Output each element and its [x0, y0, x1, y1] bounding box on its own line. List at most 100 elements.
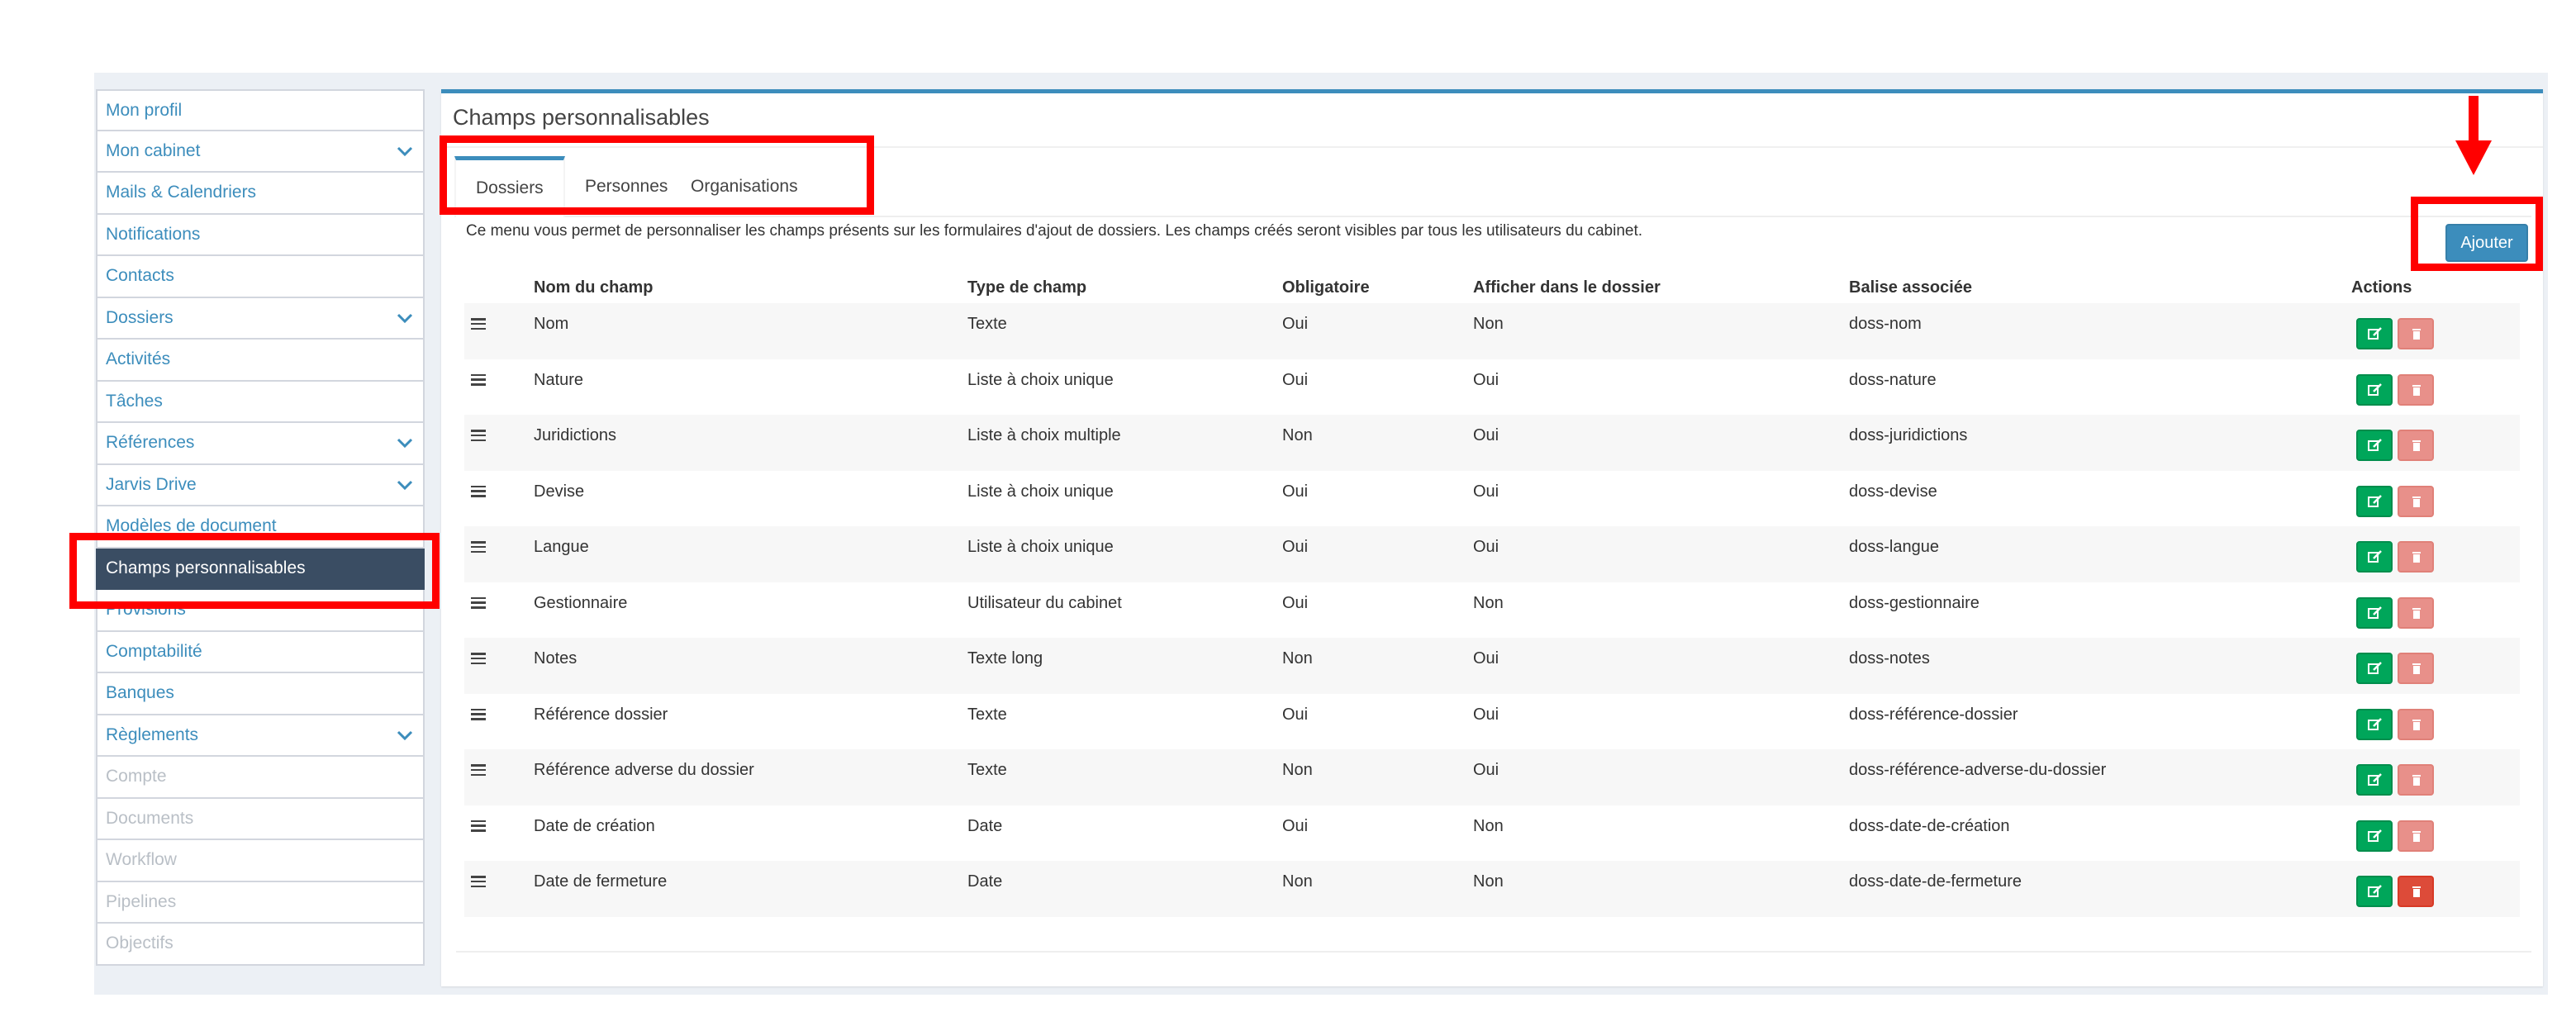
edit-button[interactable] — [2356, 653, 2393, 684]
sidebar-item[interactable]: Contacts — [96, 256, 425, 298]
field-display: Oui — [1473, 705, 1499, 724]
trash-icon — [2412, 552, 2421, 563]
edit-button[interactable] — [2356, 876, 2393, 907]
edit-button[interactable] — [2356, 541, 2393, 573]
delete-button[interactable] — [2398, 708, 2434, 740]
delete-button[interactable] — [2398, 318, 2434, 349]
sidebar-item[interactable]: Compte — [96, 757, 425, 799]
edit-icon — [2368, 885, 2382, 897]
drag-handle-icon[interactable] — [471, 708, 486, 720]
drag-handle-icon[interactable] — [471, 318, 486, 330]
field-display: Non — [1473, 315, 1504, 333]
sidebar-item[interactable]: Pipelines — [96, 881, 425, 924]
drag-handle-icon[interactable] — [471, 596, 486, 609]
delete-button[interactable] — [2398, 653, 2434, 684]
edit-button[interactable] — [2356, 820, 2393, 852]
sidebar-item[interactable]: Banques — [96, 673, 425, 715]
field-tag: doss-référence-adverse-du-dossier — [1849, 761, 2107, 779]
column-header-display: Afficher dans le dossier — [1473, 278, 1661, 297]
sidebar-item-label: Pipelines — [106, 891, 177, 911]
edit-button[interactable] — [2356, 708, 2393, 740]
add-button-highlight — [2411, 197, 2543, 271]
field-required: Oui — [1282, 482, 1309, 501]
chevron-down-icon[interactable] — [395, 141, 415, 161]
sidebar-item[interactable]: Jarvis Drive — [96, 464, 425, 506]
field-tag: doss-notes — [1849, 649, 1930, 668]
edit-button[interactable] — [2356, 318, 2393, 349]
delete-button[interactable] — [2398, 596, 2434, 629]
field-type: Liste à choix unique — [967, 538, 1114, 556]
edit-button[interactable] — [2356, 764, 2393, 796]
column-header-name: Nom du champ — [534, 278, 654, 297]
trash-icon — [2412, 830, 2421, 842]
field-display: Oui — [1473, 761, 1499, 779]
trash-icon — [2412, 719, 2421, 730]
edit-icon — [2368, 550, 2382, 563]
custom-fields-panel: Champs personnalisables Dossiers Personn… — [441, 89, 2543, 986]
chevron-down-icon[interactable] — [395, 725, 415, 745]
trash-icon — [2412, 440, 2421, 451]
field-required: Oui — [1282, 816, 1309, 835]
edit-button[interactable] — [2356, 485, 2393, 517]
table-row: Juridictions Liste à choix multiple Non Oui… — [464, 415, 2520, 471]
delete-button[interactable] — [2398, 430, 2434, 461]
sidebar-item[interactable]: Comptabilité — [96, 631, 425, 673]
field-name: Langue — [534, 538, 589, 556]
sidebar-item[interactable]: Mails & Calendriers — [96, 173, 425, 215]
edit-icon — [2368, 662, 2382, 674]
chevron-down-icon[interactable] — [395, 475, 415, 495]
sidebar-item[interactable]: Mon profil — [96, 89, 425, 131]
delete-button[interactable] — [2398, 541, 2434, 573]
page-title: Champs personnalisables — [453, 105, 710, 130]
chevron-down-icon[interactable] — [395, 433, 415, 453]
sidebar-item[interactable]: Mon cabinet — [96, 131, 425, 173]
delete-button[interactable] — [2398, 373, 2434, 406]
field-name: Notes — [534, 649, 577, 668]
table-row: Date de création Date Oui Non doss-date-de-c… — [464, 805, 2520, 862]
description-text: Ce menu vous permet de personnaliser les… — [466, 222, 1643, 240]
field-name: Juridictions — [534, 426, 617, 444]
delete-button[interactable] — [2398, 764, 2434, 796]
drag-handle-icon[interactable] — [471, 820, 486, 832]
drag-handle-icon[interactable] — [471, 876, 486, 888]
drag-handle-icon[interactable] — [471, 764, 486, 777]
delete-button[interactable] — [2398, 820, 2434, 852]
drag-handle-icon[interactable] — [471, 541, 486, 554]
field-display: Oui — [1473, 426, 1499, 444]
field-tag: doss-référence-dossier — [1849, 705, 2018, 724]
drag-handle-icon[interactable] — [471, 485, 486, 497]
sidebar-item[interactable]: Notifications — [96, 214, 425, 256]
column-header-tag: Balise associée — [1849, 278, 1972, 297]
sidebar-item[interactable]: Règlements — [96, 715, 425, 757]
sidebar-item[interactable]: Documents — [96, 798, 425, 840]
fields-table-body: Nom Texte Oui Non doss-nom Nature Liste à choi… — [464, 303, 2520, 917]
drag-handle-icon[interactable] — [471, 653, 486, 665]
chevron-down-icon[interactable] — [395, 308, 415, 328]
field-display: Oui — [1473, 370, 1499, 389]
edit-button[interactable] — [2356, 373, 2393, 406]
sidebar-item-label: Dossiers — [106, 307, 173, 327]
drag-handle-icon[interactable] — [471, 430, 486, 442]
edit-button[interactable] — [2356, 596, 2393, 629]
sidebar-item[interactable]: Objectifs — [96, 924, 425, 966]
table-row: Notes Texte long Non Oui doss-notes — [464, 638, 2520, 694]
table-row: Nom Texte Oui Non doss-nom — [464, 303, 2520, 359]
field-tag: doss-nom — [1849, 315, 1922, 333]
delete-button[interactable] — [2398, 876, 2434, 907]
edit-button[interactable] — [2356, 430, 2393, 461]
sidebar-item[interactable]: Dossiers — [96, 297, 425, 340]
sidebar-item-label: Mon cabinet — [106, 140, 201, 160]
table-row: Nature Liste à choix unique Oui Oui doss-nat… — [464, 359, 2520, 416]
tabs-highlight — [440, 135, 874, 215]
trash-icon — [2412, 329, 2421, 340]
sidebar-item[interactable]: Workflow — [96, 840, 425, 882]
field-display: Non — [1473, 872, 1504, 891]
delete-button[interactable] — [2398, 485, 2434, 517]
sidebar-item[interactable]: Activités — [96, 340, 425, 382]
sidebar-item-label: Compte — [106, 767, 167, 786]
sidebar-item[interactable]: Références — [96, 423, 425, 465]
field-name: Date de création — [534, 816, 655, 835]
column-header-actions: Actions — [2351, 278, 2412, 297]
sidebar-item[interactable]: Tâches — [96, 381, 425, 423]
drag-handle-icon[interactable] — [471, 373, 486, 386]
